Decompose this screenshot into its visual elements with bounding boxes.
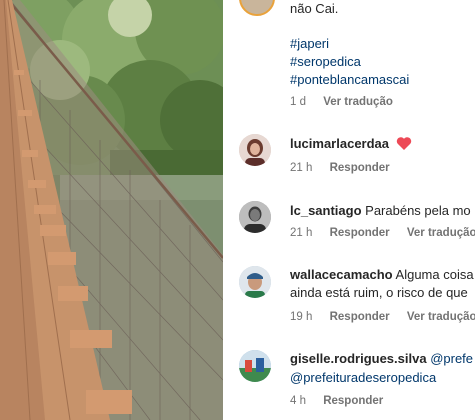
commenter-avatar[interactable]: [239, 266, 271, 298]
avatar-photo-icon: [239, 350, 271, 382]
reply-button[interactable]: Responder: [330, 311, 390, 323]
comment-text: Parabéns pela mo: [365, 203, 471, 218]
red-heart-icon: [396, 137, 411, 150]
avatar-photo-icon: [239, 134, 271, 166]
comment-username[interactable]: wallacecamacho: [290, 267, 393, 282]
comment-username[interactable]: giselle.rodrigues.silva: [290, 351, 427, 366]
comment-item: lucimarlacerdaa 21 h Responder: [223, 132, 475, 182]
comment-body: wallacecamacho Alguma coisa: [290, 266, 475, 284]
comment-text-line2: ainda está ruim, o risco de que: [290, 285, 468, 300]
comment-item: lc_santiago Parabéns pela mo 21 h Respon…: [223, 200, 475, 250]
comment-time: 21 h: [290, 227, 313, 239]
caption-translate-link[interactable]: Ver tradução: [323, 96, 393, 108]
comment-time: 19 h: [290, 311, 313, 323]
caption-time: 1 d: [290, 96, 306, 108]
commenter-avatar[interactable]: [239, 350, 271, 382]
reply-button[interactable]: Responder: [330, 227, 390, 239]
comment-meta: 19 h Responder Ver tradução: [290, 311, 475, 323]
avatar-photo-icon: [239, 201, 271, 233]
comment-text: Alguma coisa: [395, 267, 474, 282]
commenter-avatar[interactable]: [239, 134, 271, 166]
post-media-video[interactable]: [0, 0, 223, 420]
reply-button[interactable]: Responder: [323, 395, 383, 407]
comment-item: giselle.rodrigues.silva @prefe @prefeitu…: [223, 349, 475, 420]
translate-button[interactable]: Ver tradução: [407, 311, 475, 323]
post-caption: não Cai. #japeri #seropedica #ponteblanc…: [223, 0, 475, 110]
reply-button[interactable]: Responder: [330, 162, 390, 174]
caption-meta: 1 d Ver tradução: [290, 96, 407, 108]
translate-button[interactable]: Ver tradução: [407, 227, 475, 239]
comment-body: giselle.rodrigues.silva @prefe: [290, 350, 475, 368]
hashtag-japeri[interactable]: #japeri: [290, 35, 475, 53]
comment-username[interactable]: lc_santiago: [290, 203, 362, 218]
comment-mention-line2[interactable]: @prefeituradeseropedica: [290, 369, 475, 387]
comment-body: lc_santiago Parabéns pela mo: [290, 202, 475, 220]
comments-panel[interactable]: não Cai. #japeri #seropedica #ponteblanc…: [223, 0, 475, 420]
hashtag-seropedica[interactable]: #seropedica: [290, 53, 475, 71]
comment-meta: 21 h Responder Ver tradução: [290, 227, 475, 239]
hashtag-ponteblancamascai[interactable]: #ponteblancamascai: [290, 71, 475, 89]
comment-item: wallacecamacho Alguma coisa ainda está r…: [223, 265, 475, 333]
comment-meta: 4 h Responder: [290, 395, 397, 407]
comment-mention[interactable]: @prefe: [430, 351, 473, 366]
author-avatar[interactable]: [239, 0, 275, 16]
commenter-avatar[interactable]: [239, 201, 271, 233]
comment-time: 4 h: [290, 395, 306, 407]
comment-meta: 21 h Responder: [290, 162, 404, 174]
comment-body: lucimarlacerdaa: [290, 135, 475, 153]
caption-text: não Cai.: [290, 1, 339, 16]
bridge-scene-image: [0, 0, 223, 420]
comment-username[interactable]: lucimarlacerdaa: [290, 136, 389, 151]
avatar-photo-icon: [239, 266, 271, 298]
comment-time: 21 h: [290, 162, 313, 174]
